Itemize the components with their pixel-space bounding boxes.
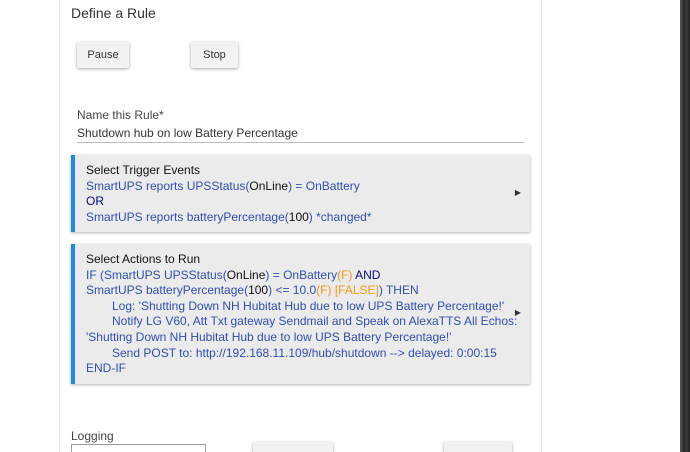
- actions-line-3: Log: 'Shutting Down NH Hubitat Hub due t…: [112, 298, 505, 313]
- stop-button[interactable]: Stop: [191, 42, 238, 68]
- trigger-card-title: Select Trigger Events: [86, 163, 201, 177]
- actions-card-title: Select Actions to Run: [86, 252, 201, 266]
- actions-line-1: IF (SmartUPS UPSStatus(OnLine) = OnBatte…: [86, 268, 508, 284]
- expand-arrow-icon[interactable]: ▶: [515, 188, 521, 197]
- trigger-line-3: SmartUPS reports batteryPercentage(100) …: [86, 210, 508, 226]
- actions-line-1-c: ) = OnBattery: [265, 267, 338, 282]
- left-gutter: [0, 0, 59, 452]
- trigger-line-3-a: SmartUPS reports batteryPercentage(: [86, 209, 289, 224]
- actions-line-7: END-IF: [86, 361, 126, 376]
- actions-line-5: 'Shutting Down NH Hubitat Hub due to low…: [86, 329, 452, 344]
- actions-line-1-b: OnLine: [226, 267, 266, 282]
- select-trigger-events-card[interactable]: Select Trigger Events SmartUPS reports U…: [71, 155, 530, 232]
- run-actions-button[interactable]: [253, 442, 333, 452]
- trigger-line-1-c: ) = OnBattery: [288, 178, 360, 193]
- logging-label: Logging: [71, 429, 114, 443]
- actions-line-1-e: AND: [352, 267, 381, 282]
- expand-arrow-icon[interactable]: ▶: [515, 308, 521, 317]
- page-title: Define a Rule: [71, 5, 156, 21]
- select-actions-card[interactable]: Select Actions to Run IF (SmartUPS UPSSt…: [71, 244, 530, 384]
- trigger-line-1: SmartUPS reports UPSStatus(OnLine) = OnB…: [86, 179, 508, 195]
- actions-line-2: SmartUPS batteryPercentage(100) <= 10.0(…: [86, 283, 508, 299]
- actions-line-1-d: (F): [337, 267, 353, 282]
- trigger-line-3-b: 100: [288, 209, 309, 224]
- trigger-line-3-c: ) *changed*: [308, 209, 372, 224]
- trigger-line-1-b: OnLine: [249, 178, 289, 193]
- actions-line-2-e: [FALSE]: [331, 283, 379, 298]
- actions-line-2-c: ) <= 10.0: [268, 283, 317, 298]
- trigger-card-body: Select Trigger Events SmartUPS reports U…: [86, 163, 508, 225]
- actions-line-2-a: SmartUPS batteryPercentage(: [86, 283, 249, 298]
- actions-line-2-f: ) THEN: [378, 283, 419, 298]
- pause-button[interactable]: Pause: [77, 42, 129, 68]
- rule-name-input[interactable]: [77, 124, 524, 143]
- background-strip: [680, 0, 690, 452]
- actions-card-body: Select Actions to Run IF (SmartUPS UPSSt…: [86, 252, 518, 377]
- right-area: [542, 0, 680, 452]
- actions-line-6: Send POST to: http://192.168.11.109/hub/…: [112, 345, 497, 360]
- actions-line-4: Notify LG V60, Att Txt gateway Sendmail …: [112, 314, 518, 329]
- update-rule-button[interactable]: [444, 442, 512, 452]
- actions-line-2-b: 100: [248, 283, 269, 298]
- actions-line-2-d: (F): [316, 283, 332, 298]
- rule-name-label: Name this Rule*: [77, 108, 164, 122]
- actions-line-1-a: IF (SmartUPS UPSStatus(: [86, 267, 227, 282]
- logging-select[interactable]: [71, 444, 206, 452]
- trigger-line-1-a: SmartUPS reports UPSStatus(: [86, 178, 250, 193]
- trigger-line-2: OR: [86, 194, 104, 209]
